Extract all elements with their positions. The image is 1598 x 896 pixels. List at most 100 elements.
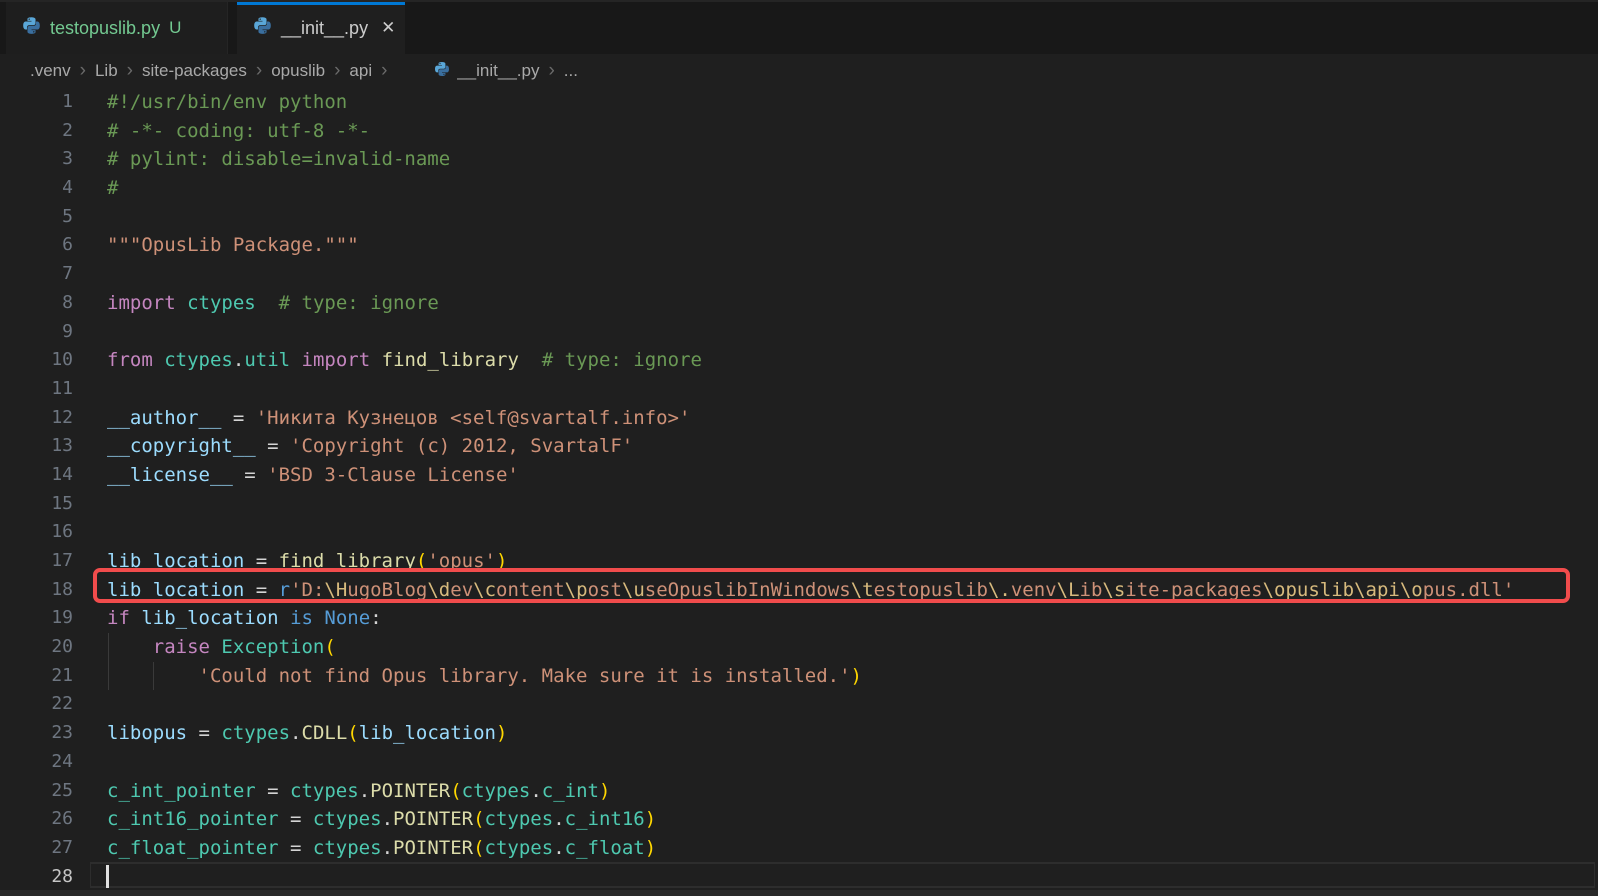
code-line-19[interactable]: if lib_location is None: xyxy=(107,604,1598,633)
code-line-20[interactable]: raise Exception( xyxy=(107,633,1598,662)
code-token: \d xyxy=(427,578,451,601)
line-number: 5 xyxy=(62,205,73,227)
code-token: #!/usr/bin/env python xyxy=(107,91,348,113)
code-token: seOpuslibInWindows xyxy=(644,578,851,601)
line-number: 20 xyxy=(51,636,73,658)
breadcrumb-item-site-packages[interactable]: site-packages xyxy=(142,61,247,81)
code-token: = xyxy=(244,578,279,601)
code-token: util xyxy=(244,349,291,372)
code-token: = xyxy=(232,463,268,486)
code-token: ) xyxy=(495,550,508,572)
line-number: 26 xyxy=(51,808,73,830)
python-icon xyxy=(22,16,41,40)
breadcrumb-item-api[interactable]: api xyxy=(349,61,372,81)
code-line-26[interactable]: c_int16_pointer = ctypes.POINTER(ctypes.… xyxy=(107,805,1598,834)
code-token: r xyxy=(278,578,291,601)
code-token: = xyxy=(278,808,313,831)
line-number: 18 xyxy=(51,578,73,600)
code-line-25[interactable]: c_int_pointer = ctypes.POINTER(ctypes.c_… xyxy=(107,777,1598,806)
line-number: 12 xyxy=(51,406,73,428)
vscode-editor-window: testopuslib.py U __init__.py ✕ .venv › L… xyxy=(0,0,1598,896)
code-token: 'Никита Кузнецов <self@svartalf.info>' xyxy=(255,406,691,429)
code-token: \. xyxy=(987,578,1011,601)
code-token: c_int xyxy=(541,779,599,802)
code-token: ( xyxy=(347,722,359,745)
code-token: \L xyxy=(1056,578,1080,601)
code-token: ( xyxy=(324,636,336,659)
breadcrumb-symbol-more[interactable]: ... xyxy=(564,61,578,81)
code-line-24[interactable] xyxy=(107,748,1598,777)
line-number: 1 xyxy=(62,91,73,112)
line-number: 6 xyxy=(62,234,73,256)
code-line-13[interactable]: __copyright__ = 'Copyright (c) 2012, Sva… xyxy=(107,432,1598,461)
breadcrumb-item-opuslib[interactable]: opuslib xyxy=(271,61,325,81)
code-editor[interactable]: 1 2 3 4 5 6 7 8 9 10 11 12 13 14 15 16 17 18 19 20 21 22 23 24 2… xyxy=(0,88,1598,896)
code-line-14[interactable]: __license__ = 'BSD 3-Clause License' xyxy=(107,461,1598,490)
tab-label: testopuslib.py xyxy=(50,17,161,38)
code-token: POINTER xyxy=(393,808,474,831)
code-token: __license__ xyxy=(107,463,233,486)
code-line-7[interactable] xyxy=(107,260,1598,289)
tab-init-py[interactable]: __init__.py ✕ xyxy=(237,2,405,54)
code-token: c_int_pointer xyxy=(107,779,256,802)
code-token: find_library xyxy=(381,349,519,372)
code-token: : xyxy=(370,607,382,630)
code-token: = xyxy=(187,722,222,745)
close-icon[interactable]: ✕ xyxy=(377,16,399,40)
line-number: 2 xyxy=(62,119,73,141)
code-token: ) xyxy=(644,808,657,831)
horizontal-scrollbar[interactable] xyxy=(0,890,1598,896)
code-line-27[interactable]: c_float_pointer = ctypes.POINTER(ctypes.… xyxy=(107,834,1598,863)
code-token: 'Could not find Opus library. Make sure … xyxy=(198,664,851,687)
code-line-23[interactable]: libopus = ctypes.CDLL(lib_location) xyxy=(107,719,1598,748)
code-token: 'BSD 3-Clause License' xyxy=(267,463,519,486)
code-line-12[interactable]: __author__ = 'Никита Кузнецов <self@svar… xyxy=(107,404,1598,433)
tab-testopuslib[interactable]: testopuslib.py U xyxy=(6,2,228,54)
code-token: ctypes xyxy=(312,808,382,831)
code-line-22[interactable] xyxy=(107,690,1598,719)
code-line-2[interactable]: # -*- coding: utf-8 -*- xyxy=(107,117,1598,146)
text-cursor xyxy=(106,864,109,888)
tab-bar: testopuslib.py U __init__.py ✕ xyxy=(0,0,1598,54)
line-number: 27 xyxy=(51,836,73,858)
code-line-15[interactable] xyxy=(107,490,1598,519)
code-line-3[interactable]: # pylint: disable=invalid-name xyxy=(107,145,1598,174)
code-token: if xyxy=(107,607,130,630)
code-token: ) xyxy=(850,664,862,687)
code-line-21[interactable]: 'Could not find Opus library. Make sure … xyxy=(107,661,1598,691)
code-token: CDLL xyxy=(301,722,348,745)
code-token: ost xyxy=(587,578,622,601)
code-line-17[interactable]: lib_location = find_library('opus') xyxy=(107,547,1598,576)
code-token: 'D: xyxy=(290,578,325,601)
code-line-18[interactable]: lib_location = r'D:\HugoBlog\dev\content… xyxy=(107,576,1598,605)
code-token: = xyxy=(255,779,291,802)
code-token: estopuslib xyxy=(873,578,988,601)
code-token: . xyxy=(553,808,565,831)
code-line-11[interactable] xyxy=(107,375,1598,404)
code-line-10[interactable]: from ctypes.util import find_library # t… xyxy=(107,346,1598,375)
code-token: . xyxy=(553,836,565,859)
code-token: \o xyxy=(1399,578,1423,601)
code-line-8[interactable]: import ctypes # type: ignore xyxy=(107,289,1598,318)
chevron-right-icon: › xyxy=(79,60,86,81)
chevron-right-icon: › xyxy=(255,60,263,81)
code-line-16[interactable] xyxy=(107,518,1598,547)
breadcrumb-item-lib[interactable]: Lib xyxy=(95,61,118,81)
code-token: lib_location xyxy=(107,578,245,601)
code-line-1[interactable]: #!/usr/bin/env python xyxy=(107,88,1598,117)
code-line-4[interactable]: # xyxy=(107,174,1598,203)
code-line-5[interactable] xyxy=(107,203,1598,232)
code-line-6[interactable]: """OpusLib Package.""" xyxy=(107,231,1598,260)
code-token: ctypes xyxy=(312,836,382,859)
breadcrumb-item-venv[interactable]: .venv xyxy=(30,61,71,81)
code-token: raise xyxy=(152,636,210,659)
code-line-9[interactable] xyxy=(107,318,1598,347)
code-token: ite-packages xyxy=(1125,578,1263,601)
code-line-28[interactable] xyxy=(107,863,1598,892)
code-token: . xyxy=(381,836,394,859)
code-token: ( xyxy=(473,836,485,859)
